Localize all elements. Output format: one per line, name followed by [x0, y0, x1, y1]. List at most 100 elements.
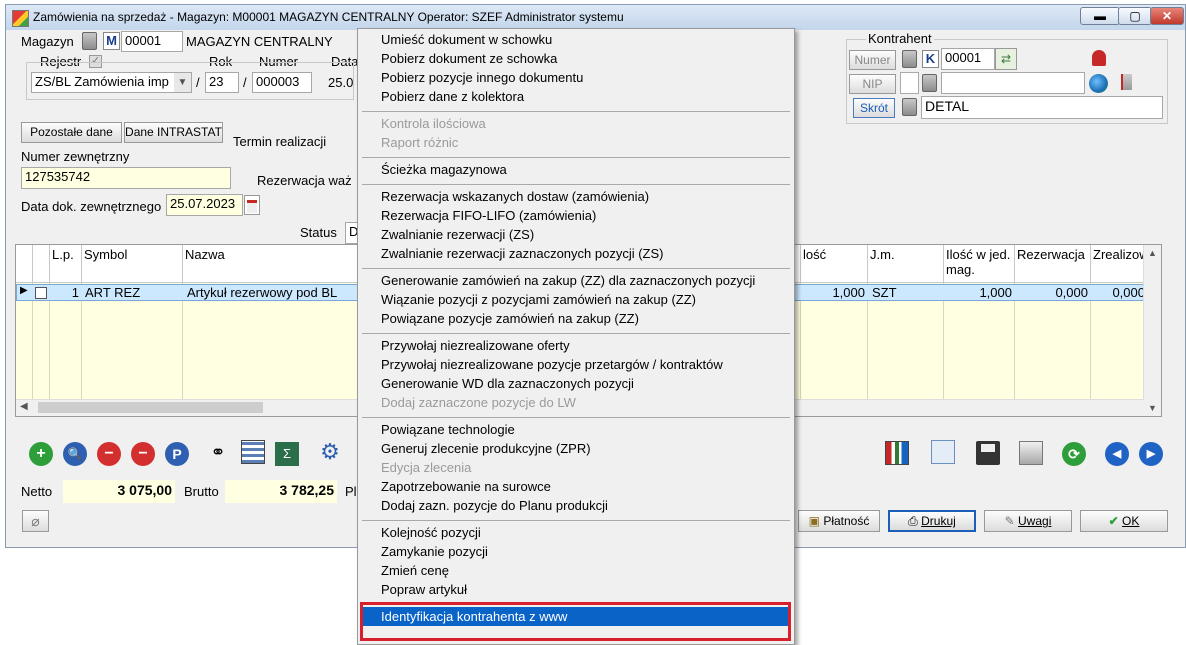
- skrot-button[interactable]: Skrót: [853, 98, 895, 118]
- handshake-icon[interactable]: ⇄: [995, 48, 1017, 70]
- grid-header-ilosc-jed[interactable]: Ilość w jed. mag.: [944, 245, 1015, 283]
- binoculars-icon[interactable]: ⚭: [206, 442, 230, 466]
- next-icon[interactable]: ▶: [1139, 442, 1163, 466]
- menu-item-powiazane-technologie[interactable]: Powiązane technologie: [381, 422, 515, 437]
- rezerwacja-label: Rezerwacja waż: [257, 173, 352, 188]
- menu-item-popraw-artykul[interactable]: Popraw artykuł: [381, 582, 467, 597]
- numer-zewnetrzny-field[interactable]: 127535742: [21, 167, 231, 189]
- menu-separator: [362, 157, 790, 158]
- nip-field[interactable]: [941, 72, 1085, 94]
- drukuj-button[interactable]: ⎙ Drukuj: [888, 510, 976, 532]
- rok-field[interactable]: 23: [205, 72, 239, 93]
- kontrahent-lookup-button[interactable]: [902, 50, 917, 68]
- nip-prefix-field[interactable]: [900, 72, 919, 94]
- numer-field[interactable]: 000003: [252, 72, 312, 93]
- preview-icon[interactable]: 🔍: [63, 442, 87, 466]
- row-checkbox[interactable]: [35, 287, 47, 299]
- tab-dane-intrastat[interactable]: Dane INTRASTAT: [124, 122, 223, 143]
- skrot-lookup-button[interactable]: [902, 98, 917, 116]
- menu-item-przywolaj-przetargi[interactable]: Przywołaj niezrealizowane pozycje przeta…: [381, 357, 723, 372]
- menu-item-zmien-cene[interactable]: Zmień cenę: [381, 563, 449, 578]
- menu-item-zwalnianie-rezerwacji[interactable]: Zwalnianie rezerwacji (ZS): [381, 227, 534, 242]
- data-dok-field[interactable]: 25.07.2023: [166, 194, 243, 216]
- p-icon[interactable]: P: [165, 442, 189, 466]
- numer-zewnetrzny-label: Numer zewnętrzny: [21, 149, 130, 164]
- nip-lookup-button[interactable]: [922, 74, 937, 92]
- attachment-icon[interactable]: ⌀: [22, 510, 49, 532]
- menu-item-pobierz-z-kolektora[interactable]: Pobierz dane z kolektora: [381, 89, 524, 104]
- ok-button[interactable]: ✔ OK: [1080, 510, 1168, 532]
- menu-item-pobierz-pozycje-innego[interactable]: Pobierz pozycje innego dokumentu: [381, 70, 583, 85]
- close-button[interactable]: ✕: [1150, 7, 1184, 25]
- minimize-button[interactable]: ▬: [1080, 7, 1120, 25]
- menu-separator: [362, 111, 790, 112]
- menu-item-przywolaj-oferty[interactable]: Przywołaj niezrealizowane oferty: [381, 338, 570, 353]
- magazyn-lookup-button[interactable]: [82, 32, 97, 50]
- copy-icon[interactable]: [1019, 441, 1043, 465]
- save-icon[interactable]: [976, 441, 1000, 465]
- magazyn-code-field[interactable]: 00001: [121, 31, 183, 52]
- table-filter-icon[interactable]: [241, 440, 265, 464]
- menu-item-zamykanie-pozycji[interactable]: Zamykanie pozycji: [381, 544, 488, 559]
- grid-vertical-scrollbar[interactable]: ▲ ▼: [1143, 245, 1161, 416]
- highlight-frame: [360, 602, 791, 641]
- menu-item-raport-roznic: Raport różnic: [381, 135, 459, 150]
- row-lp: 1: [71, 285, 79, 300]
- menu-item-generuj-zpr[interactable]: Generuj zlecenie produkcyjne (ZPR): [381, 441, 591, 456]
- menu-item-rezerwacja-wskazanych[interactable]: Rezerwacja wskazanych dostaw (zamówienia…: [381, 189, 649, 204]
- menu-item-sciezka-magazynowa[interactable]: Ścieżka magazynowa: [381, 162, 507, 177]
- status-label: Status: [300, 225, 337, 240]
- row-nazwa: Artykuł rezerwowy pod BL: [187, 285, 338, 300]
- grid-header-symbol[interactable]: Symbol: [82, 245, 183, 283]
- kontrahent-code-field[interactable]: 00001: [941, 48, 995, 70]
- menu-item-generowanie-wd[interactable]: Generowanie WD dla zaznaczonych pozycji: [381, 376, 634, 391]
- previous-icon[interactable]: ◀: [1105, 442, 1129, 466]
- person-icon[interactable]: [1088, 48, 1110, 70]
- magazyn-prefix: M: [103, 32, 120, 50]
- nip-button[interactable]: NIP: [849, 74, 896, 94]
- menu-item-generowanie-zz[interactable]: Generowanie zamówień na zakup (ZZ) dla z…: [381, 273, 755, 288]
- maximize-button[interactable]: ▢: [1118, 7, 1152, 25]
- slash-separator-2: /: [243, 75, 247, 90]
- ok-label: OK: [1122, 514, 1140, 528]
- add-icon[interactable]: +: [29, 442, 53, 466]
- delete-selected-icon[interactable]: −: [131, 442, 155, 466]
- grid-header-zrealizowano[interactable]: Zrealizowa: [1091, 245, 1145, 283]
- settings-icon[interactable]: ⚙: [318, 440, 342, 464]
- calendar-icon[interactable]: [244, 195, 260, 215]
- chevron-down-icon[interactable]: ▼: [174, 73, 191, 92]
- grid-header-lp[interactable]: L.p.: [50, 245, 82, 283]
- menu-item-umiesc-w-schowku[interactable]: Umieść dokument w schowku: [381, 32, 552, 47]
- menu-item-zapotrzebowanie[interactable]: Zapotrzebowanie na surowce: [381, 479, 551, 494]
- app-icon: [12, 10, 29, 27]
- menu-item-kolejnosc-pozycji[interactable]: Kolejność pozycji: [381, 525, 481, 540]
- menu-item-zwalnianie-zaznaczonych[interactable]: Zwalnianie rezerwacji zaznaczonych pozyc…: [381, 246, 664, 261]
- menu-item-powiazane-pozycje-zz[interactable]: Powiązane pozycje zamówień na zakup (ZZ): [381, 311, 639, 326]
- uwagi-button[interactable]: ✎ Uwagi: [984, 510, 1072, 532]
- rejestr-select[interactable]: ZS/BL Zamówienia imp: [31, 72, 192, 93]
- platnosc-button[interactable]: ▣ Płatność: [798, 510, 880, 532]
- chart-icon[interactable]: [885, 441, 909, 465]
- sum-icon[interactable]: Σ: [275, 442, 299, 466]
- delete-icon[interactable]: −: [97, 442, 121, 466]
- globe-icon[interactable]: [1089, 74, 1108, 93]
- grid-header-check: [33, 245, 50, 283]
- menu-item-pobierz-ze-schowka[interactable]: Pobierz dokument ze schowka: [381, 51, 557, 66]
- skrot-field[interactable]: DETAL: [921, 96, 1163, 119]
- tab-pozostale-dane[interactable]: Pozostałe dane: [21, 122, 122, 143]
- context-menu: Umieść dokument w schowku Pobierz dokume…: [357, 28, 795, 645]
- grid-header-ilosc[interactable]: lość: [801, 245, 868, 283]
- flag-icon[interactable]: [1112, 74, 1132, 93]
- menu-item-dodaj-do-planu[interactable]: Dodaj zazn. pozycje do Planu produkcji: [381, 498, 608, 513]
- grid-header-rezerwacja[interactable]: Rezerwacja: [1015, 245, 1091, 283]
- refresh-icon[interactable]: ⟳: [1062, 442, 1086, 466]
- menu-item-rezerwacja-fifo-lifo[interactable]: Rezerwacja FIFO-LIFO (zamówienia): [381, 208, 596, 223]
- document-icon[interactable]: [931, 440, 955, 464]
- menu-separator: [362, 184, 790, 185]
- numer-button[interactable]: Numer: [849, 50, 896, 70]
- uwagi-label: Uwagi: [1018, 514, 1052, 528]
- data-field[interactable]: 25.0: [328, 75, 353, 90]
- menu-item-wiazanie-pozycji[interactable]: Wiązanie pozycji z pozycjami zamówień na…: [381, 292, 696, 307]
- row-indicator-icon: ▶: [20, 285, 28, 296]
- grid-header-jm[interactable]: J.m.: [868, 245, 944, 283]
